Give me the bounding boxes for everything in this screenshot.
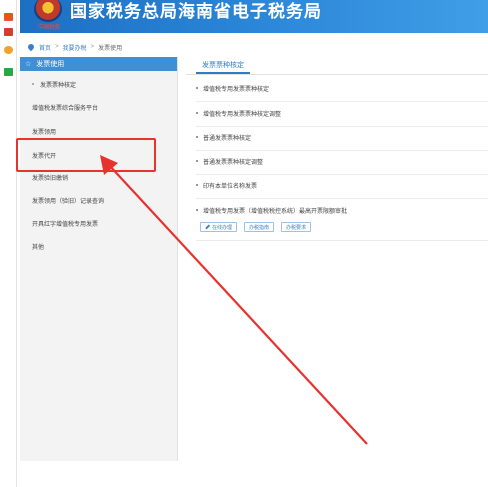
breadcrumb-tax-service[interactable]: 我要办税 bbox=[63, 43, 87, 52]
sidebar-item-label: 发票验旧缴销 bbox=[32, 175, 69, 182]
sidebar-item-label: 其他 bbox=[32, 244, 45, 251]
divider bbox=[196, 101, 488, 102]
pen-icon bbox=[205, 224, 210, 230]
breadcrumb-home[interactable]: 首页 bbox=[39, 43, 51, 52]
location-pin-icon bbox=[26, 42, 36, 52]
online-handle-button[interactable]: 在线办理 bbox=[200, 222, 238, 232]
action-buttons: 在线办理 办税指南 办税要求 bbox=[200, 222, 312, 232]
breadcrumb: 首页 > 我要办税 > 发票使用 bbox=[26, 41, 123, 53]
divider bbox=[196, 240, 488, 241]
sidebar-header[interactable]: ☆ 发票使用 bbox=[20, 57, 177, 71]
bullet-icon bbox=[196, 209, 198, 211]
tab-invoice-type-approval[interactable]: 发票票种核定 bbox=[196, 57, 250, 74]
sidebar-item-label: 发票领用（验旧）记录查询 bbox=[32, 198, 105, 205]
list-item[interactable]: 普通发票票种核定 bbox=[196, 130, 488, 144]
button-label: 办税要求 bbox=[286, 224, 307, 231]
bullet-icon bbox=[196, 87, 198, 89]
site-title: 国家税务总局海南省电子税务局 bbox=[70, 2, 322, 21]
breadcrumb-separator: > bbox=[90, 44, 95, 50]
list-item[interactable]: 印有本单位名称发票 bbox=[196, 178, 488, 192]
list-item-label: 普通发票票种核定 bbox=[203, 135, 252, 142]
tax-emblem-logo bbox=[34, 0, 62, 22]
weibo-icon[interactable] bbox=[4, 46, 13, 54]
sidebar-item-other[interactable]: 其他 bbox=[20, 239, 178, 253]
sidebar-item-label: 发票票种核定 bbox=[40, 82, 77, 89]
sidebar-item-label: 开具红字增值税专用发票 bbox=[32, 221, 99, 228]
tax-requirements-button[interactable]: 办税要求 bbox=[281, 222, 312, 232]
sidebar-item-red-vat-invoice[interactable]: 开具红字增值税专用发票 bbox=[20, 216, 178, 230]
sidebar-item-invoice-verify-cancel[interactable]: 发票验旧缴销 bbox=[20, 170, 178, 184]
divider bbox=[196, 150, 488, 151]
sidebar: ☆ 发票使用 发票票种核定 增值税发票综合服务平台 发票领用 发票代开 发票验旧… bbox=[20, 57, 178, 461]
sidebar-item-invoice-claim[interactable]: 发票领用 bbox=[20, 124, 178, 138]
list-item-label: 增值税专用发票票种核定 bbox=[203, 86, 270, 93]
left-toolbar bbox=[0, 0, 17, 487]
tab-underline-divider bbox=[186, 74, 488, 75]
divider bbox=[196, 126, 488, 127]
star-icon: ☆ bbox=[25, 60, 32, 68]
list-item[interactable]: 增值税专用发票（增值税税控系统）最高开票限额审批 bbox=[196, 203, 488, 217]
bullet-icon bbox=[32, 83, 34, 85]
list-item[interactable]: 增值税专用发票票种核定调整 bbox=[196, 106, 488, 120]
breadcrumb-current: 发票使用 bbox=[98, 45, 123, 52]
sidebar-header-label: 发票使用 bbox=[36, 61, 65, 68]
sidebar-item-label: 发票领用 bbox=[32, 129, 57, 136]
list-item-label: 增值税专用发票票种核定调整 bbox=[203, 111, 282, 118]
tax-guide-button[interactable]: 办税指南 bbox=[244, 222, 275, 232]
list-item-label: 增值税专用发票（增值税税控系统）最高开票限额审批 bbox=[203, 208, 348, 215]
divider bbox=[196, 198, 488, 199]
list-item[interactable]: 增值税专用发票票种核定 bbox=[196, 81, 488, 95]
divider bbox=[196, 174, 488, 175]
bullet-icon bbox=[196, 136, 198, 138]
sidebar-item-vat-platform[interactable]: 增值税发票综合服务平台 bbox=[20, 100, 178, 114]
sidebar-item-invoice-type-approval[interactable]: 发票票种核定 bbox=[20, 77, 178, 91]
sidebar-item-invoice-record-query[interactable]: 发票领用（验旧）记录查询 bbox=[20, 193, 178, 207]
button-label: 办税指南 bbox=[249, 224, 270, 231]
mail-icon[interactable] bbox=[4, 28, 13, 36]
bullet-icon bbox=[196, 184, 198, 186]
app-icon[interactable] bbox=[4, 13, 13, 21]
bullet-icon bbox=[196, 160, 198, 162]
header-banner: 中国税务 国家税务总局海南省电子税务局 bbox=[20, 0, 488, 33]
breadcrumb-separator: > bbox=[55, 44, 59, 50]
bullet-icon bbox=[196, 112, 198, 114]
emblem-caption: 中国税务 bbox=[38, 25, 61, 31]
list-item[interactable]: 普通发票票种核定调整 bbox=[196, 154, 488, 168]
highlight-box bbox=[16, 138, 156, 172]
button-label: 在线办理 bbox=[212, 224, 233, 231]
list-item-label: 普通发票票种核定调整 bbox=[203, 159, 264, 166]
list-item-label: 印有本单位名称发票 bbox=[203, 183, 258, 190]
sidebar-item-label: 增值税发票综合服务平台 bbox=[32, 105, 99, 112]
chat-icon[interactable] bbox=[4, 68, 13, 76]
